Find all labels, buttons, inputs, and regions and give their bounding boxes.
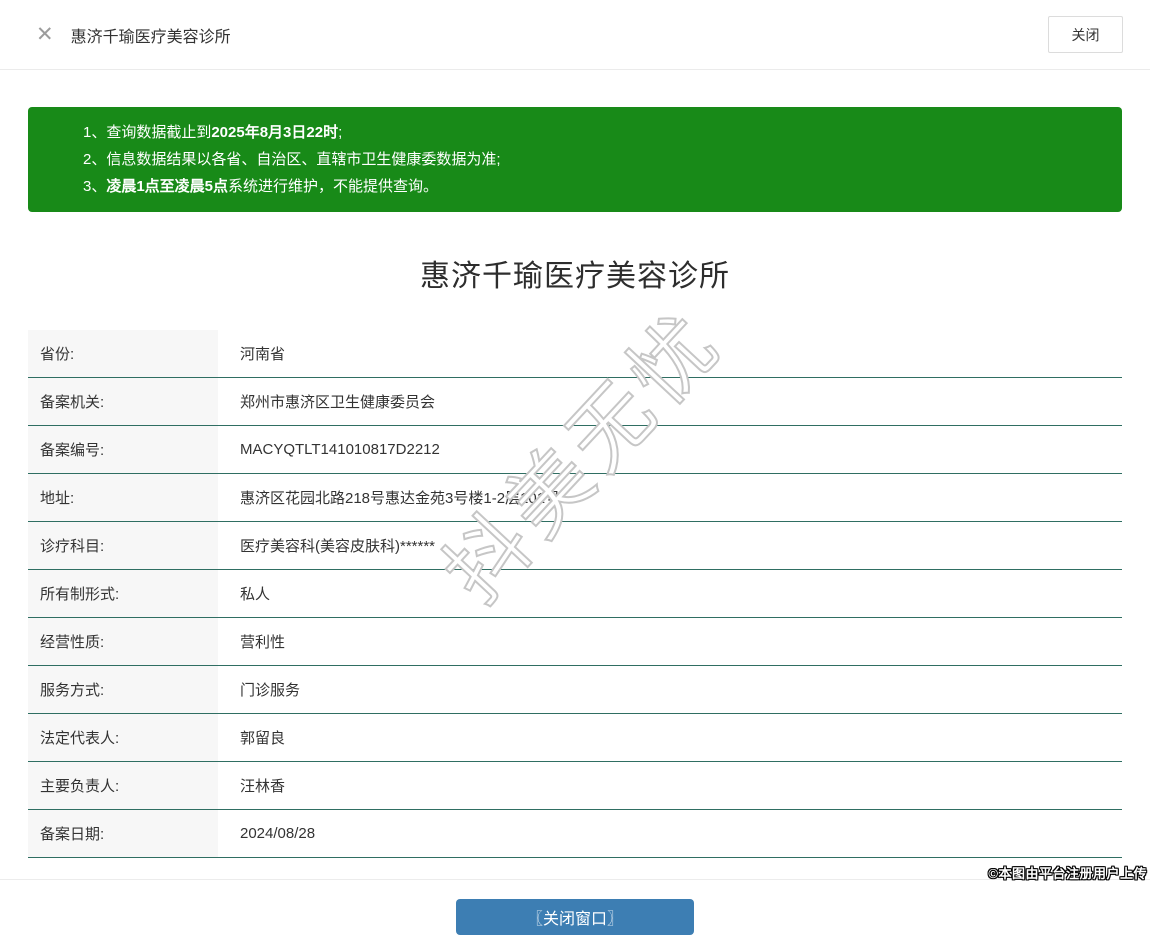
row-value: 汪林香: [218, 761, 1122, 810]
row-value: 私人: [218, 569, 1122, 618]
copyright-label: ©本图由平台注册用户上传: [988, 866, 1147, 881]
table-row: 省份: 河南省: [28, 330, 1122, 378]
window-title: 惠济千瑜医疗美容诊所: [70, 28, 231, 46]
row-label: 经营性质:: [28, 617, 218, 666]
table-row: 诊疗科目: 医疗美容科(美容皮肤科)******: [28, 521, 1122, 570]
row-label: 备案编号:: [28, 425, 218, 474]
table-row: 地址: 惠济区花园北路218号惠达金苑3号楼1-2层101号: [28, 473, 1122, 522]
row-value: 营利性: [218, 617, 1122, 666]
notice-line-1-bold: 2025年8月3日22时: [211, 124, 339, 141]
close-window-button[interactable]: 〖关闭窗口〗: [456, 899, 694, 935]
table-row: 备案日期: 2024/08/28: [28, 809, 1122, 858]
clinic-title: 惠济千瑜医疗美容诊所: [420, 260, 730, 293]
row-value: 门诊服务: [218, 665, 1122, 714]
footer-divider: [0, 879, 1150, 880]
notice-line-2-text: 2、信息数据结果以各省、自治区、直辖市卫生健康委数据为准;: [83, 151, 501, 168]
row-label: 服务方式:: [28, 665, 218, 714]
table-row: 主要负责人: 汪林香: [28, 761, 1122, 810]
table-row: 备案编号: MACYQTLT141010817D2212: [28, 425, 1122, 474]
row-value: 河南省: [218, 330, 1122, 378]
row-value: 郭留良: [218, 713, 1122, 762]
table-row: 服务方式: 门诊服务: [28, 665, 1122, 714]
row-label: 地址:: [28, 473, 218, 522]
notice-line-1-suffix: ;: [338, 124, 343, 141]
row-value: 郑州市惠济区卫生健康委员会: [218, 377, 1122, 426]
row-label: 诊疗科目:: [28, 521, 218, 570]
notice-line-1: 1、查询数据截止到2025年8月3日22时;: [83, 119, 1102, 146]
notice-line-3-suffix: 系统进行维护，不能提供查询。: [228, 178, 439, 195]
row-value: 惠济区花园北路218号惠达金苑3号楼1-2层101号: [218, 473, 1122, 522]
footer-button-area: 〖关闭窗口〗: [0, 899, 1150, 935]
window-header: ✕ 惠济千瑜医疗美容诊所 关闭: [0, 0, 1150, 70]
close-icon[interactable]: ✕: [36, 24, 54, 45]
row-label: 法定代表人:: [28, 713, 218, 762]
row-value: 医疗美容科(美容皮肤科)******: [218, 521, 1122, 570]
row-label: 备案日期:: [28, 809, 218, 858]
notice-line-2: 2、信息数据结果以各省、自治区、直辖市卫生健康委数据为准;: [83, 146, 1102, 173]
row-value: MACYQTLT141010817D2212: [218, 425, 1122, 474]
notice-box: 1、查询数据截止到2025年8月3日22时; 2、信息数据结果以各省、自治区、直…: [28, 107, 1122, 212]
table-row: 备案机关: 郑州市惠济区卫生健康委员会: [28, 377, 1122, 426]
notice-line-3-text: 3、: [83, 178, 107, 195]
notice-line-3-bold: 凌晨1点至凌晨5点: [106, 178, 229, 195]
table-row: 法定代表人: 郭留良: [28, 713, 1122, 762]
row-label: 所有制形式:: [28, 569, 218, 618]
notice-line-3: 3、凌晨1点至凌晨5点系统进行维护，不能提供查询。: [83, 173, 1102, 200]
row-label: 主要负责人:: [28, 761, 218, 810]
row-value: 2024/08/28: [218, 809, 1122, 858]
row-label: 省份:: [28, 330, 218, 378]
close-button[interactable]: 关闭: [1048, 16, 1123, 53]
info-table: 省份: 河南省 备案机关: 郑州市惠济区卫生健康委员会 备案编号: MACYQTLT1…: [28, 330, 1122, 858]
row-label: 备案机关:: [28, 377, 218, 426]
notice-line-1-text: 1、查询数据截止到: [83, 124, 212, 141]
table-row: 所有制形式: 私人: [28, 569, 1122, 618]
table-row: 经营性质: 营利性: [28, 617, 1122, 666]
